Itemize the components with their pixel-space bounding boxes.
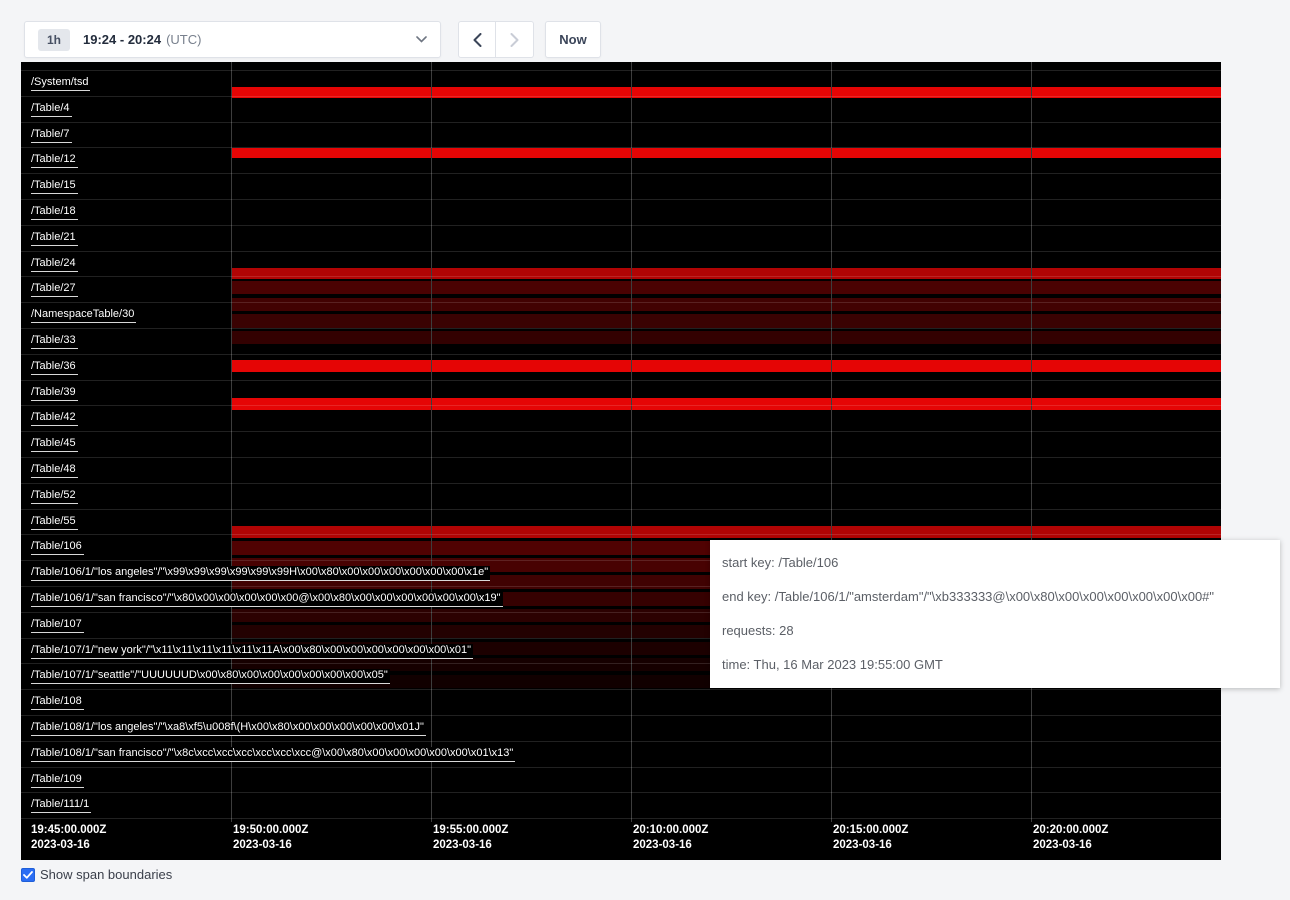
x-axis-label: 20:10:00.000Z2023-03-16 bbox=[633, 823, 708, 853]
span-boundary-line bbox=[21, 457, 1221, 458]
x-axis-label: 19:55:00.000Z2023-03-16 bbox=[433, 823, 508, 853]
heat-band[interactable] bbox=[231, 298, 1221, 311]
time-gridline bbox=[831, 62, 832, 822]
chevron-right-icon bbox=[510, 33, 519, 47]
span-boundary-line bbox=[21, 199, 1221, 200]
span-boundary-line bbox=[21, 328, 1221, 329]
span-key-label: /Table/106/1/"san francisco"/"\x80\x00\x… bbox=[31, 592, 503, 607]
heat-band[interactable] bbox=[231, 148, 1221, 158]
span-boundary-line bbox=[21, 380, 1221, 381]
span-boundary-line bbox=[21, 354, 1221, 355]
x-axis-label: 20:20:00.000Z2023-03-16 bbox=[1033, 823, 1108, 853]
span-boundary-line bbox=[21, 276, 1221, 277]
span-key-label: /Table/111/1 bbox=[31, 798, 91, 813]
heat-band[interactable] bbox=[231, 526, 1221, 538]
span-key-label: /Table/108/1/"san francisco"/"\x8c\xcc\x… bbox=[31, 747, 515, 762]
span-key-label: /NamespaceTable/30 bbox=[31, 308, 136, 323]
toolbar: 1h 19:24 - 20:24 (UTC) Now bbox=[24, 21, 601, 58]
span-key-label: /Table/52 bbox=[31, 489, 78, 504]
span-boundary-line bbox=[21, 302, 1221, 303]
heat-band[interactable] bbox=[231, 360, 1221, 372]
span-boundary-line bbox=[21, 225, 1221, 226]
time-range-duration-badge: 1h bbox=[38, 29, 70, 51]
span-boundary-line bbox=[21, 483, 1221, 484]
footer: Show span boundaries bbox=[21, 867, 172, 882]
span-boundary-line bbox=[21, 534, 1221, 535]
span-key-label: /Table/42 bbox=[31, 411, 78, 426]
span-boundary-line bbox=[21, 741, 1221, 742]
heat-band[interactable] bbox=[231, 331, 1221, 344]
time-gridline bbox=[631, 62, 632, 822]
span-tooltip: start key: /Table/106end key: /Table/106… bbox=[710, 540, 1280, 688]
tooltip-line: end key: /Table/106/1/"amsterdam"/"\xb33… bbox=[722, 580, 1268, 614]
span-key-label: /Table/36 bbox=[31, 360, 78, 375]
span-boundary-line bbox=[21, 689, 1221, 690]
span-key-label: /Table/33 bbox=[31, 334, 78, 349]
span-key-label: /Table/108 bbox=[31, 695, 84, 710]
span-key-label: /Table/45 bbox=[31, 437, 78, 452]
span-boundary-line bbox=[21, 792, 1221, 793]
span-boundary-line bbox=[21, 431, 1221, 432]
span-boundary-line bbox=[21, 96, 1221, 97]
span-key-label: /Table/27 bbox=[31, 282, 78, 297]
span-key-label: /Table/15 bbox=[31, 179, 78, 194]
span-key-label: /Table/55 bbox=[31, 515, 78, 530]
span-key-label: /System/tsd bbox=[31, 76, 90, 91]
span-key-label: /Table/107/1/"seattle"/"UUUUUUD\x00\x80\… bbox=[31, 669, 390, 684]
span-key-label: /Table/106/1/"los angeles"/"\x99\x99\x99… bbox=[31, 566, 490, 581]
span-key-label: /Table/109 bbox=[31, 773, 84, 788]
heat-band[interactable] bbox=[231, 314, 1221, 328]
time-range-text: 19:24 - 20:24 bbox=[83, 32, 161, 47]
heat-band[interactable] bbox=[231, 398, 1221, 410]
heat-band[interactable] bbox=[231, 281, 1221, 294]
x-axis-label: 19:45:00.000Z2023-03-16 bbox=[31, 823, 106, 853]
span-key-label: /Table/107/1/"new york"/"\x11\x11\x11\x1… bbox=[31, 644, 473, 659]
span-key-label: /Table/12 bbox=[31, 153, 78, 168]
heatmap-canvas[interactable]: /System/tsd/Table/4/Table/7/Table/12/Tab… bbox=[21, 62, 1221, 860]
time-range-timezone: (UTC) bbox=[166, 32, 201, 47]
span-boundary-line bbox=[21, 767, 1221, 768]
span-boundary-line bbox=[21, 251, 1221, 252]
span-boundary-line bbox=[21, 818, 1221, 819]
span-key-label: /Table/108/1/"los angeles"/"\xa8\xf5\u00… bbox=[31, 721, 426, 736]
span-key-label: /Table/106 bbox=[31, 540, 84, 555]
span-boundary-line bbox=[21, 173, 1221, 174]
span-boundary-line bbox=[21, 147, 1221, 148]
now-button[interactable]: Now bbox=[545, 21, 601, 58]
time-nav-group bbox=[458, 21, 534, 58]
tooltip-line: requests: 28 bbox=[722, 614, 1268, 648]
span-key-label: /Table/21 bbox=[31, 231, 78, 246]
span-key-label: /Table/48 bbox=[31, 463, 78, 478]
span-key-label: /Table/39 bbox=[31, 386, 78, 401]
span-key-label: /Table/107 bbox=[31, 618, 84, 633]
check-icon bbox=[23, 871, 33, 879]
chevron-left-icon bbox=[473, 33, 482, 47]
span-key-label: /Table/24 bbox=[31, 257, 78, 272]
next-time-button[interactable] bbox=[496, 21, 534, 58]
span-key-label: /Table/4 bbox=[31, 102, 72, 117]
show-span-boundaries-label: Show span boundaries bbox=[40, 867, 172, 882]
tooltip-line: time: Thu, 16 Mar 2023 19:55:00 GMT bbox=[722, 648, 1268, 682]
x-axis-label: 19:50:00.000Z2023-03-16 bbox=[233, 823, 308, 853]
chevron-down-icon bbox=[416, 36, 427, 43]
span-boundary-line bbox=[21, 122, 1221, 123]
span-boundary-line bbox=[21, 715, 1221, 716]
tooltip-line: start key: /Table/106 bbox=[722, 546, 1268, 580]
time-range-selector[interactable]: 1h 19:24 - 20:24 (UTC) bbox=[24, 21, 441, 58]
span-key-label: /Table/7 bbox=[31, 128, 72, 143]
x-axis-label: 20:15:00.000Z2023-03-16 bbox=[833, 823, 908, 853]
show-span-boundaries-checkbox[interactable] bbox=[21, 868, 35, 882]
prev-time-button[interactable] bbox=[458, 21, 496, 58]
span-boundary-line bbox=[21, 70, 1221, 71]
time-gridline bbox=[1031, 62, 1032, 822]
time-gridline bbox=[431, 62, 432, 822]
span-boundary-line bbox=[21, 405, 1221, 406]
span-key-label: /Table/18 bbox=[31, 205, 78, 220]
time-gridline bbox=[231, 62, 232, 822]
span-boundary-line bbox=[21, 509, 1221, 510]
